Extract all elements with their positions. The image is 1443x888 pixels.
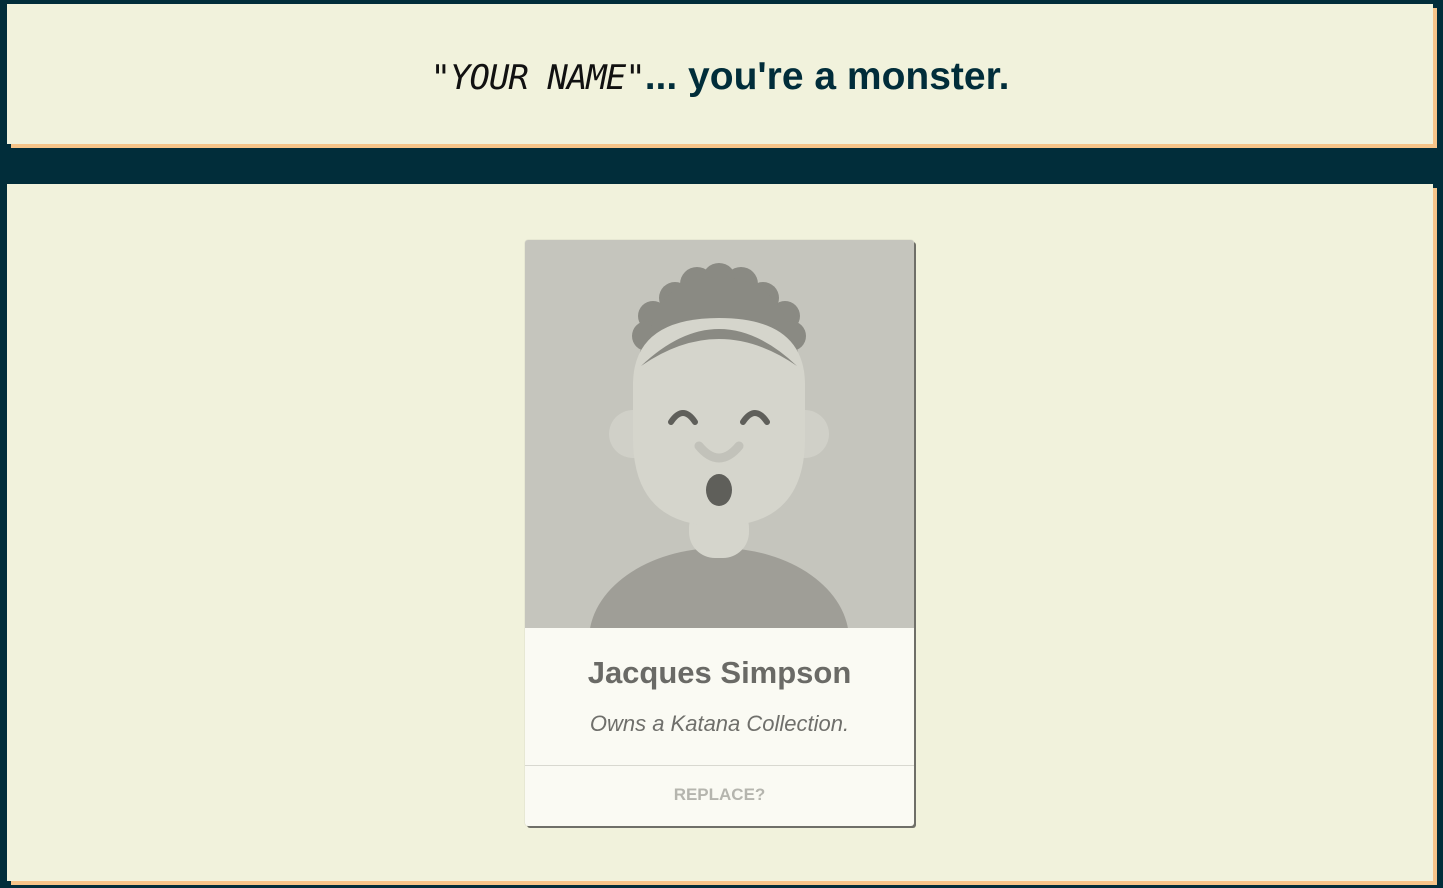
name-placeholder: "YOUR NAME" [430,58,646,98]
person-card: Jacques Simpson Owns a Katana Collection… [525,240,914,826]
replace-button[interactable]: REPLACE? [525,766,914,826]
main-panel: Jacques Simpson Owns a Katana Collection… [7,184,1433,881]
avatar [525,240,914,628]
title-suffix: ... you're a monster. [644,55,1010,98]
avatar-illustration-icon [590,263,848,628]
person-name: Jacques Simpson [587,655,852,690]
person-description: Owns a Katana Collection. [589,711,850,736]
page-title: "YOUR NAME"... you're a monster. [7,54,1433,101]
header-panel: "YOUR NAME"... you're a monster. [7,4,1433,144]
